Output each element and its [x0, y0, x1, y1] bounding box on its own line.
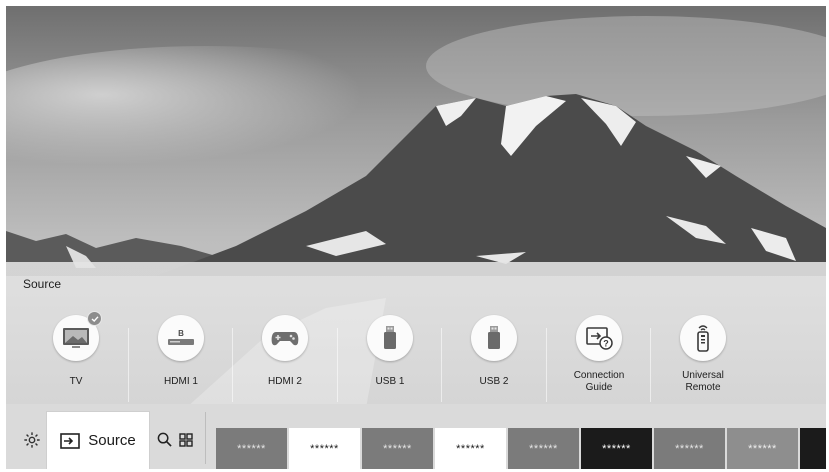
source-icon-circle — [262, 315, 308, 361]
app-tile[interactable]: ** — [800, 428, 826, 469]
source-item-remote[interactable]: Universal Remote — [651, 312, 755, 408]
connection-guide-icon: ? — [584, 324, 614, 352]
source-item-label: Universal Remote — [682, 370, 724, 393]
source-separator — [546, 328, 547, 402]
source-separator — [128, 328, 129, 402]
source-menu-title: Source — [23, 277, 62, 291]
usb-drive-icon — [485, 324, 503, 352]
source-item-usb1[interactable]: USB 1 — [338, 312, 442, 408]
selected-check-icon — [87, 311, 102, 326]
gear-icon[interactable] — [23, 431, 41, 449]
game-controller-icon — [270, 326, 300, 350]
bluray-player-icon: B — [165, 325, 197, 351]
source-icon-circle: B — [158, 315, 204, 361]
source-item-hdmi1[interactable]: B HDMI 1 — [129, 312, 233, 408]
usb-drive-icon — [381, 324, 399, 352]
source-separator — [650, 328, 651, 402]
tv-icon — [61, 325, 91, 351]
source-icon-circle — [680, 315, 726, 361]
source-button-label: Source — [88, 432, 136, 449]
tv-screen: Source TV B HDMI 1 HDMI 2 USB 1 USB 2? Connect… — [6, 6, 826, 469]
app-tile[interactable]: ****** — [289, 428, 360, 469]
source-item-hdmi2[interactable]: HDMI 2 — [233, 312, 337, 408]
app-tile[interactable]: ****** — [654, 428, 725, 469]
home-bar: Source ****** ****** ****** ****** ****** ***… — [6, 404, 826, 469]
source-button[interactable]: Source — [46, 411, 150, 469]
source-item-label: TV — [69, 376, 83, 387]
source-separator — [441, 328, 442, 402]
source-icon-circle: ? — [576, 315, 622, 361]
app-tile[interactable]: ****** — [216, 428, 287, 469]
source-item-label: USB 2 — [479, 376, 509, 387]
source-separator — [337, 328, 338, 402]
svg-text:B: B — [178, 329, 184, 338]
app-tile[interactable]: ****** — [362, 428, 433, 469]
app-tiles: ****** ****** ****** ****** ****** ****** ****… — [216, 428, 826, 469]
remote-control-icon — [694, 323, 712, 353]
app-tile[interactable]: ****** — [727, 428, 798, 469]
source-item-guide[interactable]: ? Connection Guide — [547, 312, 651, 408]
source-icon-circle — [471, 315, 517, 361]
source-input-icon — [60, 432, 81, 449]
svg-text:?: ? — [603, 339, 609, 349]
source-item-usb2[interactable]: USB 2 — [442, 312, 546, 408]
source-item-tv[interactable]: TV — [24, 311, 128, 408]
source-item-label: HDMI 1 — [164, 376, 198, 387]
app-tile[interactable]: ****** — [581, 428, 652, 469]
app-tile[interactable]: ****** — [435, 428, 506, 469]
apps-grid-icon[interactable] — [179, 433, 193, 447]
app-tile[interactable]: ****** — [508, 428, 579, 469]
source-item-label: HDMI 2 — [268, 376, 302, 387]
source-icon-circle — [53, 311, 102, 361]
source-item-label: Connection Guide — [573, 370, 625, 393]
source-list: TV B HDMI 1 HDMI 2 USB 1 USB 2? Connection Guid… — [24, 311, 826, 408]
source-item-label: USB 1 — [375, 376, 405, 387]
bar-divider — [205, 412, 206, 464]
source-separator — [232, 328, 233, 402]
search-icon[interactable] — [157, 432, 172, 447]
source-icon-circle — [367, 315, 413, 361]
